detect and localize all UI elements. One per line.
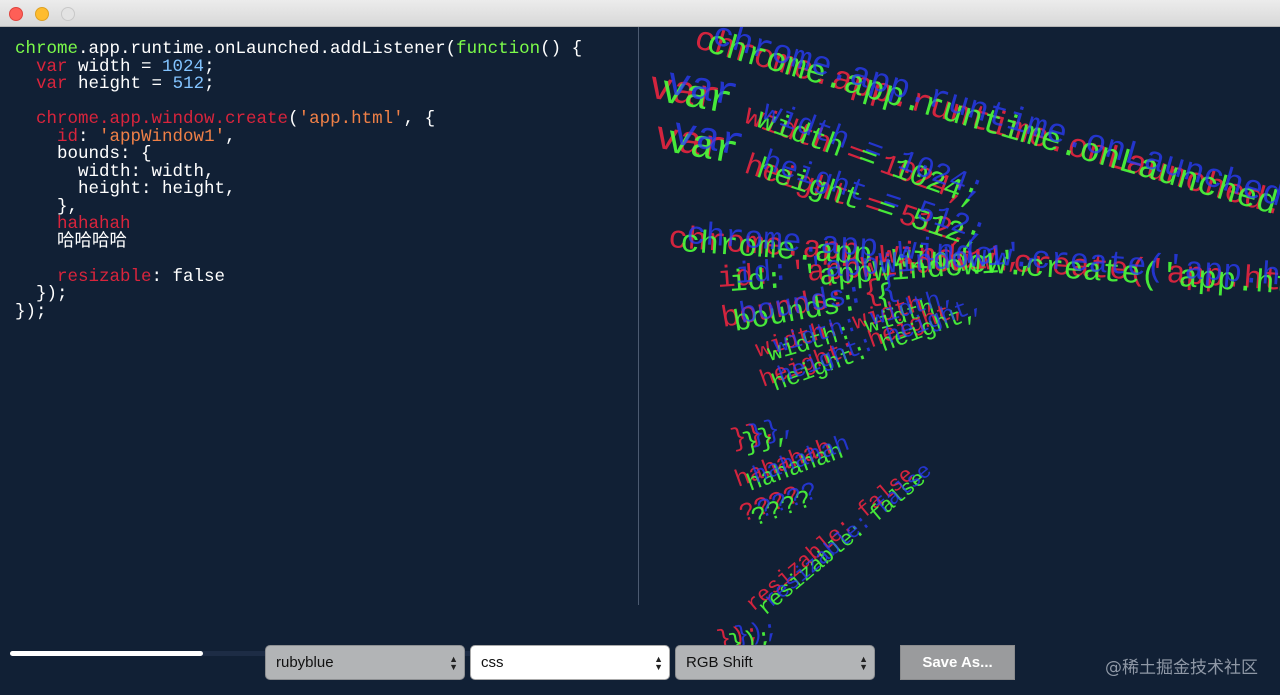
code-line: var height = 512; xyxy=(15,74,582,94)
code-token: 哈哈哈哈 xyxy=(15,231,128,252)
select-arrows-icon: ▲ ▼ xyxy=(859,654,868,672)
code-token: }); xyxy=(15,301,47,322)
code-content: chrome.app.runtime.onLaunched.addListene… xyxy=(15,39,583,322)
code-token: resizable xyxy=(57,266,152,287)
code-token: () { xyxy=(540,39,583,59)
select-arrows-icon: ▲ ▼ xyxy=(654,654,663,672)
mode-select-value: css xyxy=(481,654,504,671)
bottom-toolbar: rubyblue ▲ ▼ css ▲ ▼ RGB Shift ▲ ▼ Save As.… xyxy=(0,640,1280,695)
mode-select[interactable]: css ▲ ▼ xyxy=(470,645,670,680)
rgb-shift-preview: chrome.app.runtime.onLaunched.addListene… xyxy=(639,27,1280,647)
select-arrows-icon: ▲ ▼ xyxy=(449,654,458,672)
watermark-text: @稀土掘金技术社区 xyxy=(1105,658,1258,678)
code-token: ; xyxy=(204,74,215,94)
code-editor[interactable]: chrome.app.runtime.onLaunched.addListene… xyxy=(0,27,638,607)
code-token: , xyxy=(225,126,236,147)
code-line: 哈哈哈哈 xyxy=(15,231,582,252)
save-as-button[interactable]: Save As... xyxy=(900,645,1015,680)
effect-select[interactable]: RGB Shift ▲ ▼ xyxy=(675,645,875,680)
code-line: resizable: false xyxy=(15,266,582,287)
code-token: function xyxy=(456,39,541,59)
theme-select-value: rubyblue xyxy=(276,654,334,671)
theme-select[interactable]: rubyblue ▲ ▼ xyxy=(265,645,465,680)
preview-canvas: chrome.app.runtime.onLaunched.addListene… xyxy=(645,27,1280,647)
code-token: 512 xyxy=(172,74,205,94)
code-token: ( xyxy=(288,109,299,129)
effect-select-value: RGB Shift xyxy=(686,654,753,671)
code-line: height: height, xyxy=(15,180,582,199)
progress-bar-fill xyxy=(10,651,203,656)
code-line: }); xyxy=(15,285,582,304)
code-token: , { xyxy=(403,109,436,129)
minimize-window-button[interactable] xyxy=(35,7,49,21)
zoom-window-button[interactable] xyxy=(61,7,75,21)
window-titlebar xyxy=(0,0,1280,27)
code-token: : false xyxy=(151,266,226,287)
code-token: 'app.html' xyxy=(298,109,404,129)
code-line: }); xyxy=(15,301,582,322)
close-window-button[interactable] xyxy=(9,7,23,21)
code-token: height = xyxy=(67,74,173,94)
code-token: var xyxy=(36,74,68,94)
